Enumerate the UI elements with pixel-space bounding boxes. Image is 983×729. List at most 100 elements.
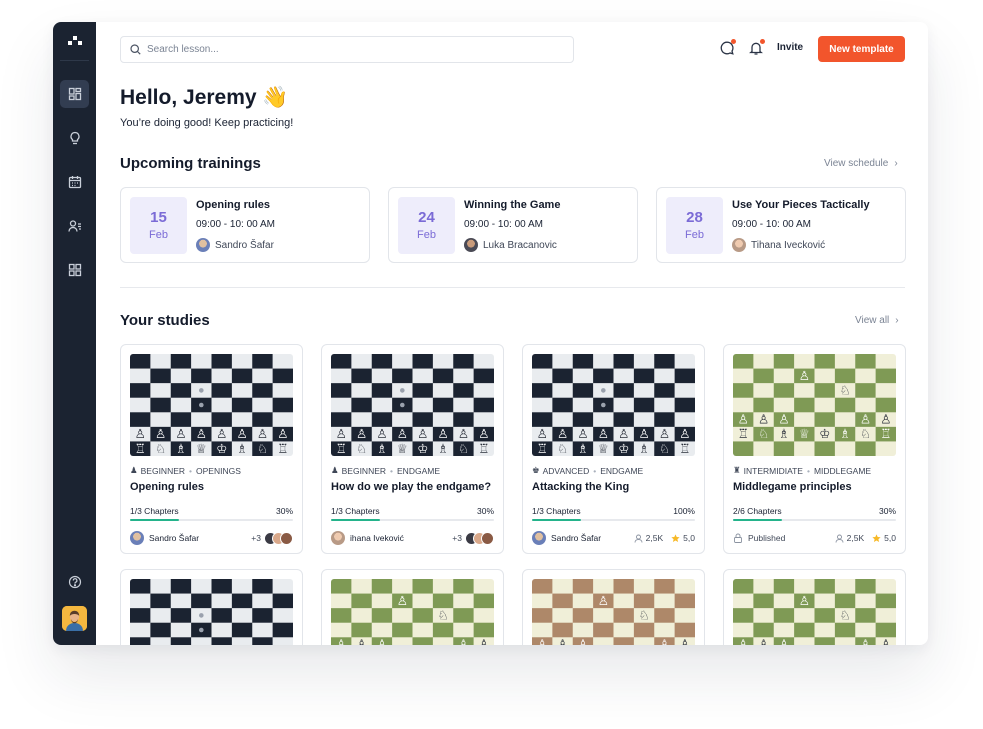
tag-separator: • <box>806 465 810 476</box>
board-square <box>272 383 293 399</box>
sidebar-item-ideas[interactable] <box>60 124 89 152</box>
board-square <box>351 368 373 384</box>
board-square <box>572 579 594 594</box>
study-percent: 30% <box>476 506 494 516</box>
board-square <box>432 412 454 428</box>
board-square <box>351 593 373 609</box>
king-icon: ♚ <box>532 465 540 475</box>
coach-name: Luka Bracanovic <box>483 239 557 251</box>
chess-piece: ♘ <box>356 441 367 456</box>
board-square <box>371 368 393 384</box>
sidebar-item-dashboard[interactable] <box>60 80 89 108</box>
study-card[interactable]: ♙ ♙ ♙ ♙ ♙ ♙ ♙ ♙ ♖ ♘ ♗ ♕ ♔ ♗ ♘ ♖ ♟ BEGINNER • ENDGAME Ho… <box>321 344 504 554</box>
chess-piece: ♙ <box>860 412 871 427</box>
chess-board: ♙♘♙♙♙♙♙♖♘♗♕♔♗♘♖ <box>331 579 494 645</box>
move-hint-dot <box>400 402 405 408</box>
study-tags: ♜ INTERMIDIATE • MIDDLEGAME <box>733 465 871 476</box>
chess-piece: ♙ <box>257 426 268 441</box>
study-author: Sandro Šafar <box>532 531 601 545</box>
board-square <box>532 622 553 638</box>
board-square <box>875 397 896 413</box>
board-square <box>814 368 836 384</box>
sidebar-item-calendar[interactable] <box>60 168 89 196</box>
training-card[interactable]: 28 Feb Use Your Pieces Tactically 09:00 … <box>656 187 906 263</box>
board-square <box>834 441 856 456</box>
board-square <box>412 593 434 609</box>
move-hint-dot <box>601 402 606 408</box>
view-all-label: View all <box>855 315 890 326</box>
board-square <box>733 383 754 399</box>
chess-piece: ♙ <box>577 426 588 441</box>
lock-icon <box>734 533 742 543</box>
study-level: BEGINNER <box>140 465 186 476</box>
board-square <box>170 397 192 413</box>
board-square <box>733 579 754 594</box>
study-chapters: 2/6 Chapters <box>733 506 782 516</box>
board-square <box>331 354 352 369</box>
board-square <box>613 579 635 594</box>
study-card[interactable]: ♙ ♙ ♙ ♙ ♙ ♙ ♙ ♙ ♖ ♘ ♗ ♕ ♔ ♗ ♘ ♖ ♟ BEGINNER • OPENINGS O… <box>120 344 303 554</box>
board-square <box>593 637 614 645</box>
board-square <box>875 579 896 594</box>
board-graphic: ♙♘♙♙♙♙♙♖♘♗♕♔♗♘♖ <box>733 579 896 645</box>
board-square <box>170 579 192 594</box>
chess-piece: ♙ <box>758 412 769 427</box>
view-all-link[interactable]: View all › <box>855 315 899 326</box>
study-card[interactable]: ♙ ♘ ♙ ♙ ♙ ♙ ♙ ♖ ♘ ♗ ♕ ♔ ♗ ♘ ♖ ♜ INTERMIDIATE • MIDDLEG… <box>723 344 906 554</box>
logo-icon[interactable] <box>67 36 83 46</box>
board-square <box>834 397 856 413</box>
study-stats: 2,5K 5,0 <box>626 533 695 543</box>
chess-piece: ♙ <box>679 637 690 645</box>
board-square <box>473 397 494 413</box>
chess-piece: ♙ <box>557 637 568 645</box>
board-square <box>130 368 151 384</box>
chess-piece: ♙ <box>577 637 588 645</box>
board-square <box>532 593 553 609</box>
board-square <box>875 622 896 638</box>
date-month: Feb <box>685 229 704 241</box>
study-card[interactable]: ♙♘♙♙♙♙♙♖♘♗♕♔♗♘♖ <box>522 569 705 645</box>
board-square <box>572 354 594 369</box>
user-avatar[interactable] <box>62 606 87 631</box>
search-bar[interactable] <box>120 36 574 63</box>
board-square <box>552 397 574 413</box>
view-schedule-link[interactable]: View schedule › <box>824 158 898 169</box>
chess-piece: ♖ <box>336 441 347 456</box>
move-hint-dot <box>400 388 405 393</box>
sidebar-item-help[interactable] <box>60 568 89 596</box>
board-square <box>392 412 413 428</box>
board-square <box>532 412 553 428</box>
board-square <box>733 593 754 609</box>
study-card[interactable]: ♙♘♙♙♙♙♙♖♘♗♕♔♗♘♖ <box>723 569 906 645</box>
training-time: 09:00 - 10: 00 AM <box>464 219 543 230</box>
board-square <box>453 593 474 609</box>
chess-piece: ♙ <box>458 426 469 441</box>
board-square <box>331 383 352 399</box>
chess-piece: ♗ <box>839 426 850 441</box>
chess-board: ♙♙♙♙♙♙♙♙♖♘♗♕♔♗♘♖ <box>130 579 293 645</box>
sidebar-item-students[interactable] <box>60 212 89 240</box>
new-template-button[interactable]: New template <box>818 36 905 62</box>
study-card[interactable]: ♙ ♙ ♙ ♙ ♙ ♙ ♙ ♙ ♖ ♘ ♗ ♕ ♔ ♗ ♘ ♖ ♚ ADVANCED • ENDGAME At… <box>522 344 705 554</box>
messages-button[interactable] <box>719 39 736 56</box>
board-square <box>633 397 655 413</box>
board-square <box>593 412 614 428</box>
board-square <box>773 441 795 456</box>
move-hint-dot <box>199 613 204 618</box>
study-card[interactable]: ♙♙♙♙♙♙♙♙♖♘♗♕♔♗♘♖ <box>120 569 303 645</box>
board-square <box>412 579 434 594</box>
move-hint-dot <box>199 402 204 408</box>
sidebar-item-apps[interactable] <box>60 256 89 284</box>
invite-button[interactable]: Invite <box>777 42 803 53</box>
chess-piece: ♘ <box>257 441 268 456</box>
chess-piece: ♖ <box>738 426 749 441</box>
study-level: BEGINNER <box>341 465 387 476</box>
board-square <box>834 412 856 428</box>
search-input[interactable] <box>147 44 567 55</box>
notifications-button[interactable] <box>748 39 765 56</box>
board-square <box>231 579 253 594</box>
training-card[interactable]: 24 Feb Winning the Game 09:00 - 10: 00 A… <box>388 187 638 263</box>
training-card[interactable]: 15 Feb Opening rules 09:00 - 10: 00 AM S… <box>120 187 370 263</box>
board-square <box>855 441 876 456</box>
study-card[interactable]: ♙♘♙♙♙♙♙♖♘♗♕♔♗♘♖ <box>321 569 504 645</box>
